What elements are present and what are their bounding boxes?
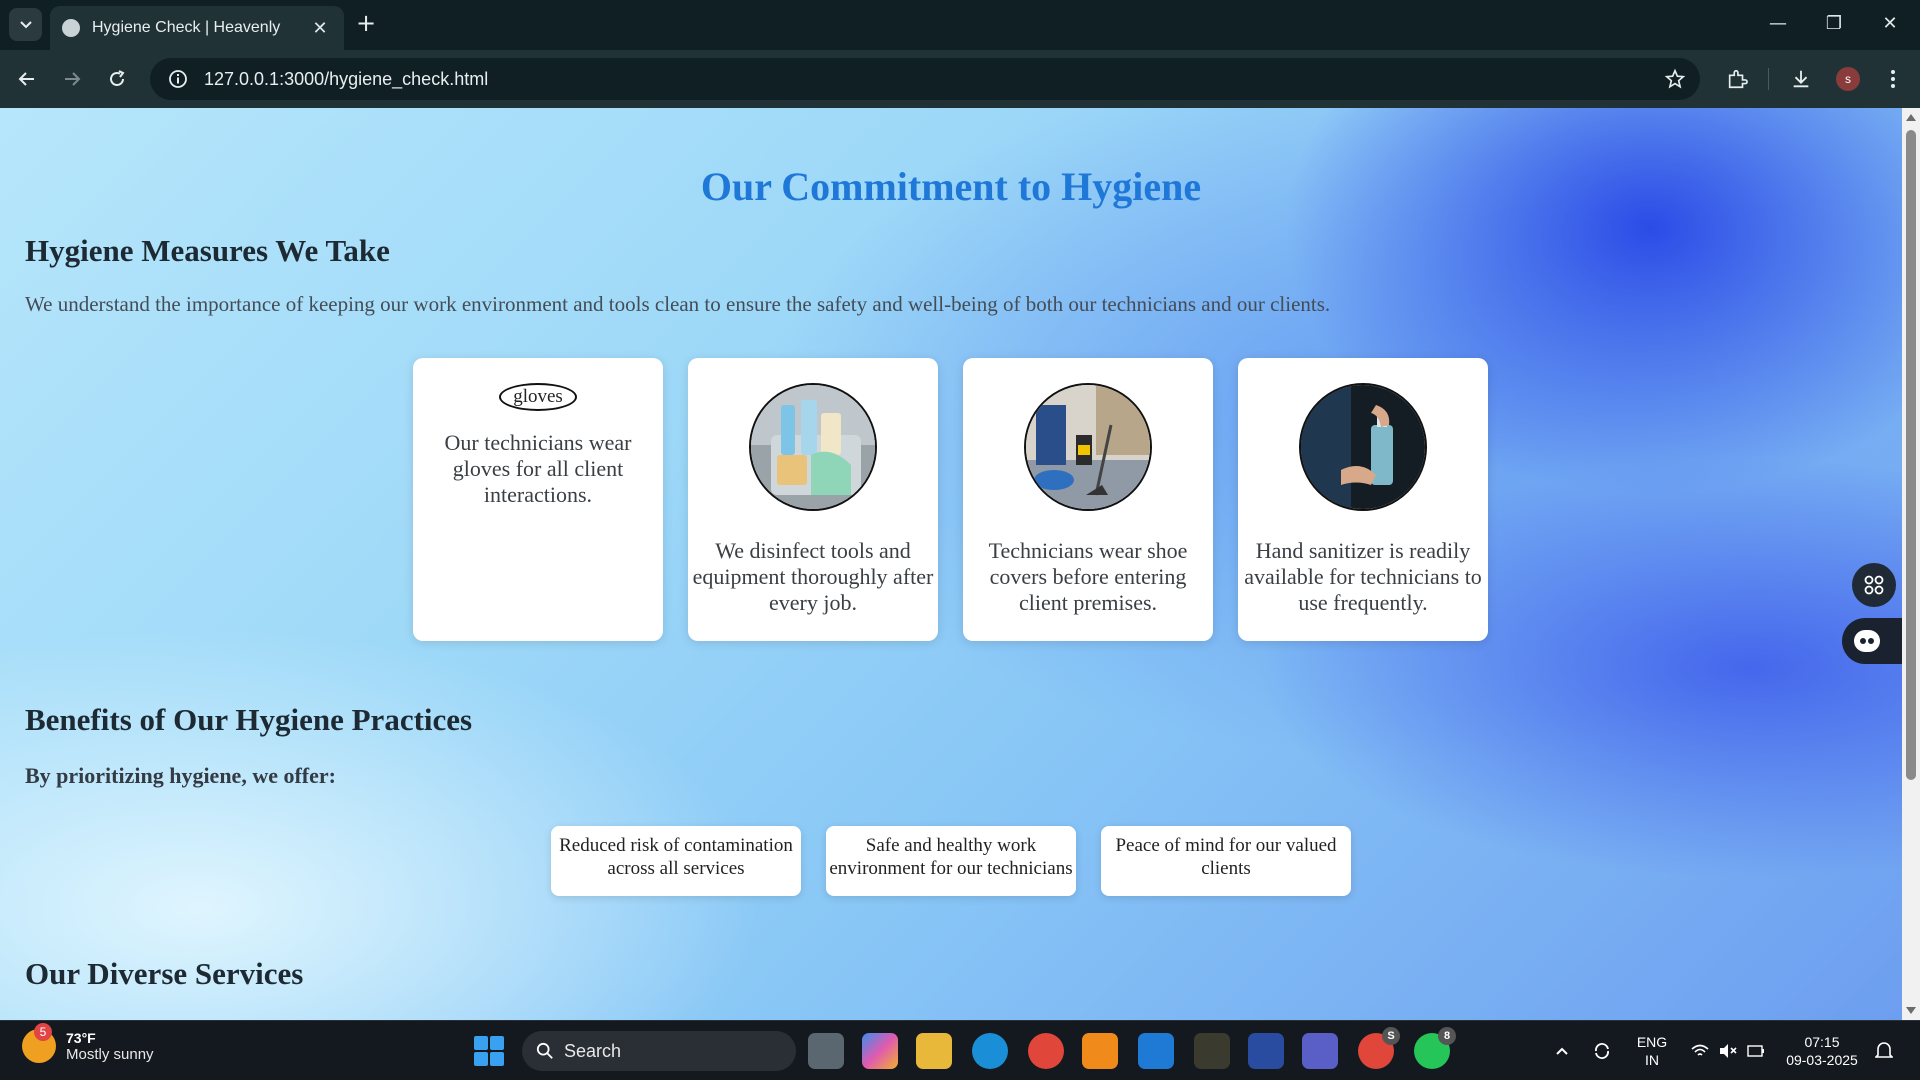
language-indicator[interactable]: ENG IN: [1632, 1033, 1672, 1069]
task-view-icon[interactable]: [808, 1033, 844, 1069]
new-tab-button[interactable]: +: [352, 10, 380, 38]
notification-bell-icon[interactable]: [1872, 1039, 1896, 1063]
windows-logo-icon: [474, 1036, 488, 1050]
assistant-face-icon: [1854, 630, 1880, 652]
cleaning-supplies-image: [749, 383, 877, 511]
file-explorer-icon[interactable]: [916, 1033, 952, 1069]
profile-avatar[interactable]: s: [1836, 67, 1860, 91]
region-code: IN: [1645, 1052, 1659, 1068]
weather-widget[interactable]: 5 73°F Mostly sunny: [22, 1023, 154, 1063]
arrow-left-icon: [18, 72, 34, 86]
scroll-up-arrow-icon[interactable]: [1906, 114, 1916, 121]
weather-temp: 73°F: [66, 1029, 96, 1046]
hygiene-card-gloves: gloves Our technicians wear gloves for a…: [413, 358, 663, 641]
sync-icon[interactable]: [1590, 1039, 1614, 1063]
site-info-icon[interactable]: [166, 67, 190, 91]
scroll-down-arrow-icon[interactable]: [1906, 1007, 1916, 1014]
downloads-button[interactable]: [1784, 62, 1818, 96]
hygiene-card-disinfect: We disinfect tools and equipment thoroug…: [688, 358, 938, 641]
hand-sanitizer-image: [1299, 383, 1427, 511]
taskbar: 5 73°F Mostly sunny Search S 8 ENG IN 07…: [0, 1020, 1920, 1080]
card-text: Technicians wear shoe covers before ente…: [988, 538, 1188, 615]
restore-button[interactable]: ❐: [1814, 8, 1854, 40]
volume-muted-icon[interactable]: [1716, 1039, 1740, 1063]
clock-time: 07:15: [1804, 1034, 1840, 1050]
search-label: Search: [564, 1040, 622, 1061]
page-title: Our Commitment to Hygiene: [700, 164, 1202, 209]
sublime-text-icon[interactable]: [1082, 1033, 1118, 1069]
download-icon: [1793, 70, 1809, 88]
reload-icon: [110, 70, 125, 86]
grid-icon: [1864, 575, 1884, 595]
services-heading: Our Diverse Services: [25, 956, 304, 991]
url-text[interactable]: 127.0.0.1:3000/hygiene_check.html: [204, 69, 1660, 90]
language-code: ENG: [1636, 1034, 1668, 1050]
hygiene-card-sanitizer: Hand sanitizer is readily available for …: [1238, 358, 1488, 641]
wifi-icon[interactable]: [1688, 1039, 1712, 1063]
minimize-button[interactable]: —: [1758, 8, 1798, 40]
intro-text: We understand the importance of keeping …: [25, 292, 1331, 316]
extensions-button[interactable]: [1720, 62, 1754, 96]
puzzle-icon: [1728, 69, 1748, 89]
benefit-item: Peace of mind for our valued clients: [1101, 826, 1351, 896]
browser-tab-bar: Hygiene Check | Heavenly ✕ + — ❐ ✕: [0, 0, 1920, 50]
chrome-badge: S: [1382, 1027, 1400, 1045]
browser-toolbar: 127.0.0.1:3000/hygiene_check.html s: [0, 50, 1920, 108]
whatsapp-icon[interactable]: 8: [1414, 1027, 1456, 1069]
bookmark-star-icon[interactable]: [1660, 64, 1690, 94]
tab-title: Hygiene Check | Heavenly: [92, 19, 281, 36]
toolbar-divider: [1768, 68, 1769, 90]
search-icon: [536, 1042, 553, 1059]
close-tab-icon[interactable]: ✕: [308, 18, 332, 39]
assistant-widget-button[interactable]: [1842, 618, 1902, 664]
tab-search-button[interactable]: [9, 8, 42, 41]
clock[interactable]: 07:15 09-03-2025: [1780, 1033, 1864, 1069]
browser-menu-button[interactable]: [1876, 62, 1910, 96]
chrome-icon[interactable]: [1028, 1033, 1064, 1069]
teams-icon[interactable]: [1302, 1033, 1338, 1069]
benefit-item: Reduced risk of contamination across all…: [551, 826, 801, 896]
measures-heading: Hygiene Measures We Take: [25, 233, 390, 268]
page-scrollbar[interactable]: [1902, 108, 1920, 1020]
forward-button[interactable]: [55, 62, 89, 96]
devhome-icon[interactable]: [1248, 1033, 1284, 1069]
start-button[interactable]: [474, 1036, 504, 1066]
app-icon[interactable]: [1194, 1033, 1230, 1069]
whatsapp-badge: 8: [1438, 1027, 1456, 1045]
weather-desc: Mostly sunny: [66, 1045, 154, 1063]
gloves-image: gloves: [499, 383, 577, 411]
card-text: Our technicians wear gloves for all clie…: [444, 430, 632, 507]
arrow-right-icon: [65, 72, 81, 86]
kebab-menu-icon: [1891, 70, 1895, 88]
battery-icon[interactable]: [1744, 1039, 1768, 1063]
chevron-up-icon[interactable]: [1550, 1039, 1574, 1063]
close-window-button[interactable]: ✕: [1870, 8, 1910, 40]
back-button[interactable]: [10, 62, 44, 96]
browser-tab[interactable]: Hygiene Check | Heavenly ✕: [50, 6, 344, 50]
card-text: We disinfect tools and equipment thoroug…: [692, 538, 934, 615]
sun-cloud-icon: 5: [22, 1023, 56, 1063]
edge-icon[interactable]: [972, 1033, 1008, 1069]
scrollbar-thumb[interactable]: [1906, 130, 1916, 780]
chrome-profile-icon[interactable]: S: [1358, 1027, 1400, 1069]
benefit-item: Safe and healthy work environment for ou…: [826, 826, 1076, 896]
shortcuts-widget-button[interactable]: [1852, 563, 1896, 607]
taskbar-search[interactable]: Search: [522, 1031, 796, 1071]
benefits-subheading: By prioritizing hygiene, we offer:: [25, 763, 336, 788]
vscode-icon[interactable]: [1138, 1033, 1174, 1069]
shoe-covers-image: [1024, 383, 1152, 511]
hygiene-card-shoe-covers: Technicians wear shoe covers before ente…: [963, 358, 1213, 641]
weather-badge: 5: [34, 1023, 52, 1041]
globe-icon: [62, 19, 80, 37]
clock-date: 09-03-2025: [1786, 1052, 1858, 1068]
chevron-down-icon: [19, 20, 32, 28]
address-bar[interactable]: 127.0.0.1:3000/hygiene_check.html: [150, 58, 1700, 100]
copilot-icon[interactable]: [862, 1033, 898, 1069]
card-text: Hand sanitizer is readily available for …: [1244, 538, 1482, 615]
benefits-heading: Benefits of Our Hygiene Practices: [25, 702, 473, 737]
page-viewport: Our Commitment to Hygiene Hygiene Measur…: [0, 108, 1902, 1020]
reload-button[interactable]: [100, 62, 134, 96]
